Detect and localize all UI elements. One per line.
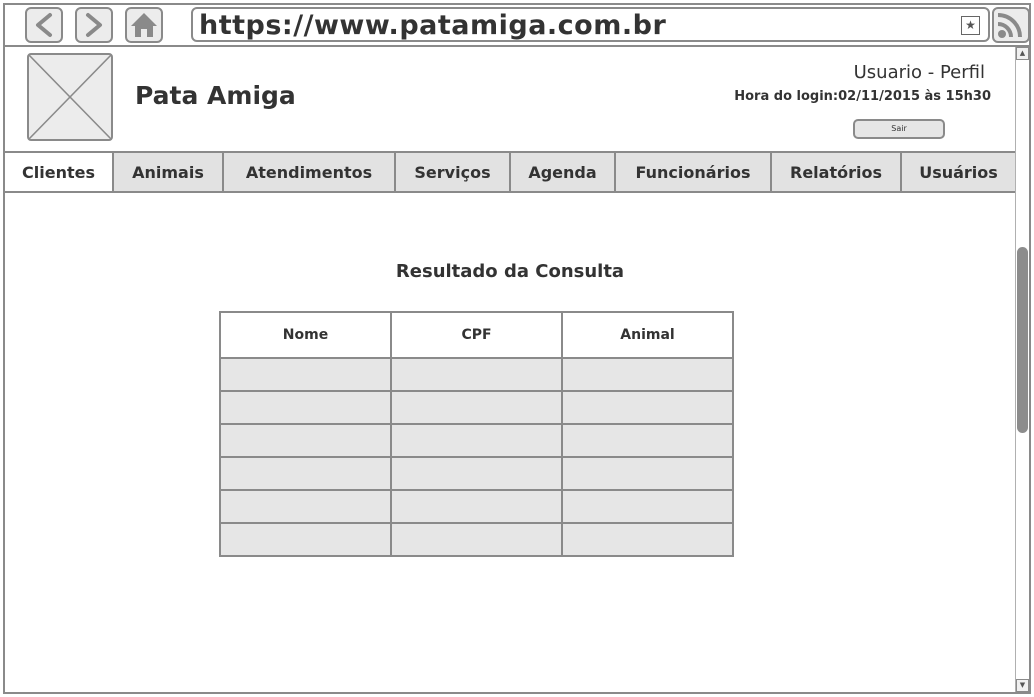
tab-agenda[interactable]: Agenda bbox=[511, 153, 616, 191]
table-cell bbox=[561, 390, 734, 425]
tab-servicos[interactable]: Serviços bbox=[396, 153, 511, 191]
site-title: Pata Amiga bbox=[135, 81, 296, 110]
table-row[interactable] bbox=[219, 423, 734, 458]
results-table: Nome CPF Animal bbox=[219, 311, 734, 557]
table-cell bbox=[219, 489, 392, 524]
tab-clientes[interactable]: Clientes bbox=[5, 153, 114, 191]
table-cell bbox=[390, 423, 563, 458]
tab-atendimentos[interactable]: Atendimentos bbox=[224, 153, 396, 191]
table-cell bbox=[561, 489, 734, 524]
table-row[interactable] bbox=[219, 456, 734, 491]
login-time: Hora do login:02/11/2015 às 15h30 bbox=[734, 89, 991, 104]
table-row[interactable] bbox=[219, 357, 734, 392]
rss-button[interactable] bbox=[992, 7, 1030, 43]
table-cell bbox=[219, 357, 392, 392]
column-header-cpf[interactable]: CPF bbox=[390, 311, 563, 359]
user-profile: Usuario - Perfil bbox=[853, 62, 985, 83]
vertical-scrollbar[interactable]: ▲ ▼ bbox=[1015, 47, 1029, 692]
table-cell bbox=[390, 522, 563, 557]
chevron-left-icon bbox=[36, 13, 52, 37]
tab-animais[interactable]: Animais bbox=[114, 153, 224, 191]
table-cell bbox=[561, 357, 734, 392]
table-cell bbox=[390, 456, 563, 491]
forward-button[interactable] bbox=[75, 7, 113, 43]
url-text: https://www.patamiga.com.br bbox=[199, 10, 667, 41]
table-cell bbox=[390, 357, 563, 392]
table-row[interactable] bbox=[219, 522, 734, 557]
tab-relatorios[interactable]: Relatórios bbox=[772, 153, 902, 191]
browser-window: https://www.patamiga.com.br ★ Pata Amiga… bbox=[3, 3, 1031, 694]
scroll-thumb[interactable] bbox=[1017, 247, 1028, 433]
table-cell bbox=[219, 456, 392, 491]
table-row[interactable] bbox=[219, 390, 734, 425]
browser-toolbar: https://www.patamiga.com.br ★ bbox=[5, 5, 1030, 47]
tab-funcionarios[interactable]: Funcionários bbox=[616, 153, 772, 191]
chevron-right-icon bbox=[86, 13, 102, 37]
table-cell bbox=[561, 423, 734, 458]
result-title: Resultado da Consulta bbox=[395, 261, 625, 282]
table-cell bbox=[561, 522, 734, 557]
column-header-animal[interactable]: Animal bbox=[561, 311, 734, 359]
home-icon bbox=[131, 13, 157, 37]
main-tabs: Clientes Animais Atendimentos Serviços A… bbox=[5, 151, 1015, 193]
table-row[interactable] bbox=[219, 489, 734, 524]
rss-icon bbox=[997, 13, 1022, 38]
logout-button[interactable]: Sair bbox=[853, 119, 945, 139]
tab-usuarios[interactable]: Usuários bbox=[902, 153, 1015, 191]
scroll-down-icon[interactable]: ▼ bbox=[1016, 679, 1029, 692]
table-header-row: Nome CPF Animal bbox=[219, 311, 734, 359]
url-bar[interactable]: https://www.patamiga.com.br ★ bbox=[191, 7, 990, 42]
table-cell bbox=[390, 390, 563, 425]
table-cell bbox=[219, 423, 392, 458]
home-button[interactable] bbox=[125, 7, 163, 43]
column-header-nome[interactable]: Nome bbox=[219, 311, 392, 359]
table-cell bbox=[219, 522, 392, 557]
star-icon[interactable]: ★ bbox=[961, 16, 980, 35]
table-cell bbox=[219, 390, 392, 425]
table-cell bbox=[390, 489, 563, 524]
table-cell bbox=[561, 456, 734, 491]
scroll-up-icon[interactable]: ▲ bbox=[1016, 47, 1029, 60]
back-button[interactable] bbox=[25, 7, 63, 43]
image-placeholder-icon bbox=[27, 53, 113, 141]
